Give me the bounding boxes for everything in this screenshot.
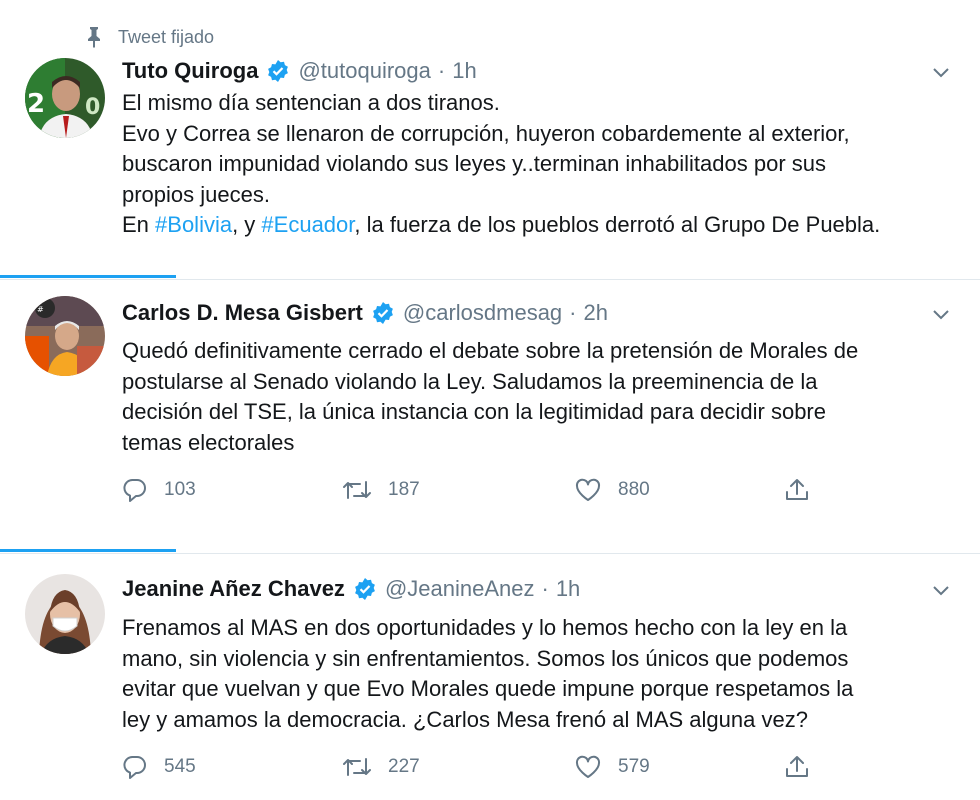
like-icon (574, 754, 602, 780)
pinned-indicator: Tweet fijado (84, 26, 214, 48)
reply-count: 103 (164, 479, 196, 500)
tweet-text: Frenamos al MAS en dos oportunidades y l… (122, 613, 950, 735)
hashtag-bolivia[interactable]: #Bolivia (155, 212, 232, 237)
reply-icon (122, 477, 148, 503)
like-icon (574, 477, 602, 503)
chevron-down-icon[interactable] (926, 576, 956, 606)
pin-icon (84, 26, 104, 48)
tweet-carlos-mesa[interactable]: # Carlos D. Mesa Gisbert @carlosdmesag ·… (0, 280, 980, 550)
retweet-icon (342, 478, 372, 502)
tweet-line: propios jueces. (122, 181, 270, 207)
avatar[interactable] (25, 574, 105, 654)
retweet-icon (342, 755, 372, 779)
tweet-jeanine-anez[interactable]: Jeanine Añez Chavez @JeanineAnez · 1h Fr… (0, 554, 980, 800)
reply-button[interactable]: 545 (122, 754, 342, 780)
tweet-tuto-quiroga[interactable]: Tweet fijado 2 0 Tuto Quiroga @tutoquiro… (0, 0, 980, 280)
like-button[interactable]: 880 (574, 477, 784, 503)
display-name[interactable]: Tuto Quiroga (122, 58, 258, 84)
hashtag-ecuador[interactable]: #Ecuador (261, 212, 354, 237)
reply-icon (122, 754, 148, 780)
tweet-line: Evo y Correa se llenaron de corrupción, … (122, 120, 850, 146)
pinned-label: Tweet fijado (118, 26, 215, 47)
user-handle[interactable]: @JeanineAnez (385, 576, 535, 602)
retweet-count: 227 (388, 756, 420, 777)
user-handle[interactable]: @carlosdmesag (403, 300, 562, 326)
tweet-header: Jeanine Añez Chavez @JeanineAnez · 1h (122, 576, 580, 602)
share-icon (784, 477, 810, 503)
tweet-line: buscaron impunidad violando sus leyes y.… (122, 151, 826, 176)
text-segment: En (122, 212, 156, 237)
chevron-down-icon[interactable] (926, 58, 956, 88)
tweet-actions: 103 187 880 (122, 477, 810, 503)
separator-dot: · (569, 300, 577, 325)
avatar[interactable]: # (25, 296, 105, 376)
tweet-line: postularse al Senado violando la Ley. Sa… (122, 368, 818, 394)
chevron-down-icon[interactable] (926, 300, 956, 330)
thread-accent (0, 275, 176, 278)
timestamp[interactable]: 1h (452, 58, 476, 84)
tweet-line: ley y amamos la democracia. ¿Carlos Mesa… (122, 706, 808, 732)
reply-button[interactable]: 103 (122, 477, 342, 503)
like-count: 880 (618, 479, 650, 500)
timestamp[interactable]: 1h (556, 576, 580, 602)
verified-badge-icon (353, 577, 377, 601)
tweet-actions: 545 227 579 (122, 754, 810, 780)
user-handle[interactable]: @tutoquiroga (298, 58, 430, 84)
display-name[interactable]: Jeanine Añez Chavez (122, 576, 345, 602)
tweet-line: El mismo día sentencian a dos tiranos. (122, 90, 500, 115)
avatar[interactable]: 2 0 (25, 58, 105, 138)
tweet-line: temas electorales (122, 429, 295, 455)
thread-accent (0, 549, 176, 552)
like-count: 579 (618, 756, 650, 777)
svg-text:2: 2 (27, 89, 45, 119)
tweet-line: En #Bolivia, y #Ecuador, la fuerza de lo… (122, 210, 950, 241)
verified-badge-icon (371, 301, 395, 325)
share-button[interactable] (784, 477, 810, 503)
separator-dot: · (541, 576, 549, 601)
tweet-header: Carlos D. Mesa Gisbert @carlosdmesag · 2… (122, 300, 608, 326)
text-segment: , y (232, 212, 262, 237)
tweet-text: El mismo día sentencian a dos tiranos. E… (122, 88, 950, 241)
separator-dot: · (437, 58, 446, 83)
retweet-button[interactable]: 187 (342, 478, 574, 502)
display-name[interactable]: Carlos D. Mesa Gisbert (122, 300, 363, 326)
text-segment: , la fuerza de los pueblos derrotó al Gr… (354, 212, 881, 237)
like-button[interactable]: 579 (574, 754, 784, 780)
retweet-button[interactable]: 227 (342, 755, 574, 779)
svg-text:0: 0 (85, 95, 100, 120)
tweet-line: decisión del TSE, la única instancia con… (122, 399, 826, 424)
reply-count: 545 (164, 756, 196, 777)
tweet-text: Quedó definitivamente cerrado el debate … (122, 336, 950, 458)
timestamp[interactable]: 2h (584, 300, 608, 326)
tweet-line: Frenamos al MAS en dos oportunidades y l… (122, 615, 848, 640)
share-icon (784, 754, 810, 780)
share-button[interactable] (784, 754, 810, 780)
retweet-count: 187 (388, 479, 420, 500)
tweet-line: evitar que vuelvan y que Evo Morales que… (122, 676, 854, 701)
verified-badge-icon (266, 59, 290, 83)
svg-text:#: # (37, 305, 44, 314)
tweet-line: mano, sin violencia y sin enfrentamiento… (122, 645, 849, 671)
tweet-header: Tuto Quiroga @tutoquiroga · 1h (122, 58, 477, 84)
tweet-line: Quedó definitivamente cerrado el debate … (122, 338, 859, 363)
